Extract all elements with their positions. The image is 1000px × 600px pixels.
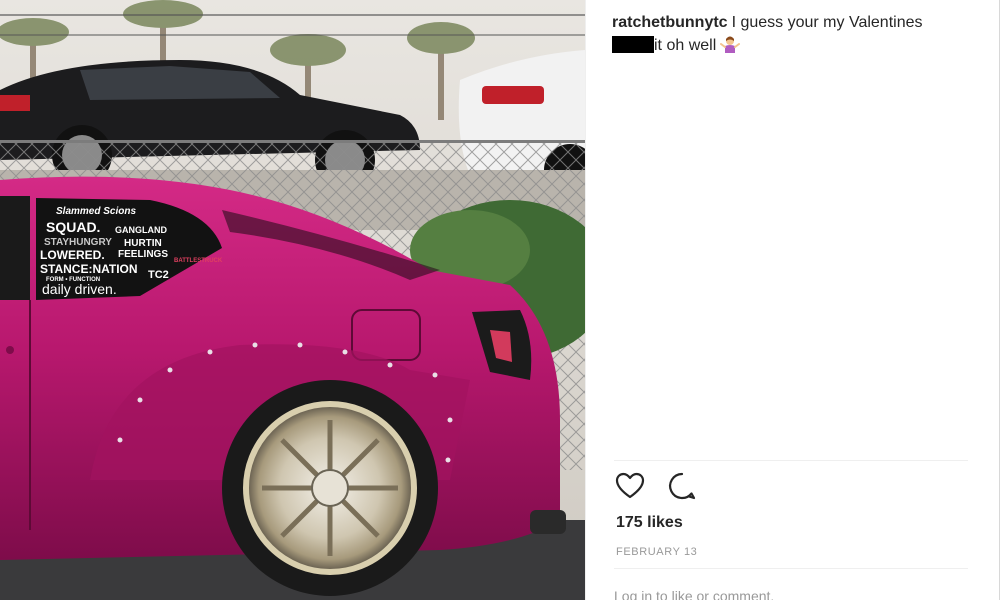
comment-input[interactable]: Log in to like or comment. xyxy=(614,588,968,600)
sticker-stayhungry: STAYHUNGRY xyxy=(44,237,112,248)
heart-icon xyxy=(615,472,645,499)
like-button[interactable] xyxy=(614,470,646,502)
sticker-feelings: FEELINGS xyxy=(118,249,168,260)
sticker-tc2: TC2 xyxy=(148,269,169,281)
caption-text-1: I guess your my Valentines xyxy=(731,14,923,31)
person-shrugging-icon xyxy=(720,34,741,54)
post-sidebar: ratchetbunnytc I guess your my Valentines… xyxy=(585,0,1000,600)
sticker-lowered: LOWERED. xyxy=(40,248,105,262)
post-date[interactable]: FEBRUARY 13 xyxy=(616,546,697,558)
divider-top xyxy=(614,460,968,461)
post-actions xyxy=(614,470,698,502)
post-container: Slammed Scions SQUAD. STAYHUNGRY LOWERED… xyxy=(0,0,1000,600)
sticker-squad: SQUAD. xyxy=(46,219,100,235)
sticker-battlestruck: BATTLESTRUCK xyxy=(174,258,223,264)
comment-icon xyxy=(669,472,696,500)
redaction-box xyxy=(612,36,654,53)
sticker-hurtin: HURTIN xyxy=(124,238,162,249)
sticker-gangland: GANGLAND xyxy=(115,225,167,235)
divider-bottom xyxy=(614,568,968,569)
post-caption: ratchetbunnytc I guess your my Valentines… xyxy=(612,12,972,57)
comment-button[interactable] xyxy=(666,470,698,502)
sticker-stance-nation: STANCE:NATION xyxy=(40,262,138,276)
post-photo[interactable]: Slammed Scions SQUAD. STAYHUNGRY LOWERED… xyxy=(0,0,585,600)
username-link[interactable]: ratchetbunnytc xyxy=(612,14,728,31)
car-photo-illustration: Slammed Scions SQUAD. STAYHUNGRY LOWERED… xyxy=(0,0,585,600)
caption-text-2: it oh well xyxy=(654,37,717,54)
sticker-slammed-scions: Slammed Scions xyxy=(56,206,136,217)
sticker-daily-driven: daily driven. xyxy=(42,281,117,297)
wheel xyxy=(222,380,438,596)
likes-count[interactable]: 175 likes xyxy=(616,514,683,532)
